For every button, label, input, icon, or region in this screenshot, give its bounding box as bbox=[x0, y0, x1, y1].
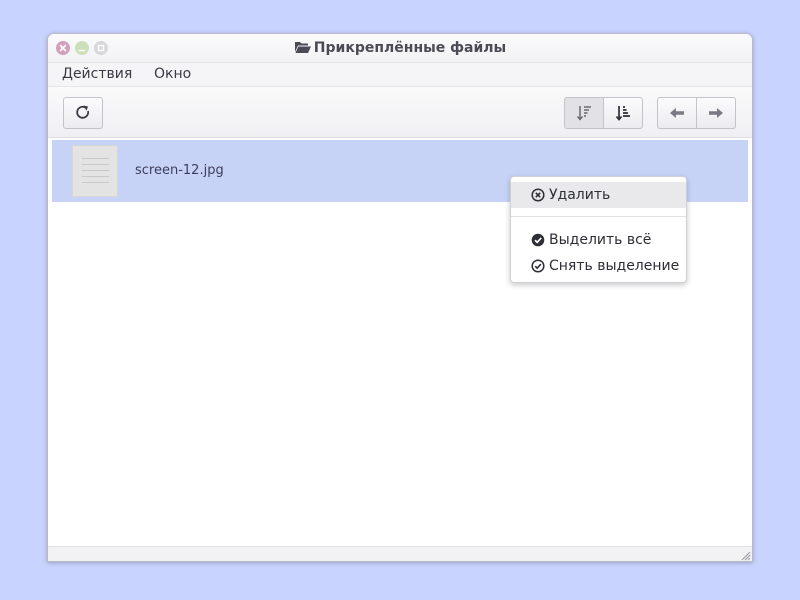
file-thumbnail-icon bbox=[72, 145, 118, 197]
context-select-all-label: Выделить всё bbox=[549, 232, 652, 248]
check-circle-filled-icon bbox=[531, 233, 545, 247]
context-delete[interactable]: Удалить bbox=[511, 182, 686, 208]
menu-window[interactable]: Окно bbox=[154, 63, 191, 86]
file-name: screen-12.jpg bbox=[135, 163, 224, 178]
arrow-right-icon bbox=[709, 108, 723, 118]
menu-actions[interactable]: Действия bbox=[62, 63, 132, 86]
context-separator bbox=[511, 216, 686, 217]
status-bar bbox=[48, 546, 752, 561]
forward-button[interactable] bbox=[696, 97, 736, 129]
context-deselect[interactable]: Снять выделение bbox=[511, 253, 686, 279]
window-title: Прикреплённые файлы bbox=[48, 34, 752, 62]
folder-open-icon bbox=[294, 42, 311, 53]
resize-grip-icon[interactable] bbox=[741, 551, 751, 561]
context-deselect-label: Снять выделение bbox=[549, 258, 680, 274]
refresh-button[interactable] bbox=[63, 97, 103, 129]
context-menu: Удалить Выделить всё Снять выделение bbox=[510, 176, 687, 283]
check-circle-outline-icon bbox=[531, 259, 545, 273]
arrow-left-icon bbox=[670, 108, 684, 118]
window-title-text: Прикреплённые файлы bbox=[313, 40, 507, 56]
sort-descending-button[interactable] bbox=[564, 97, 604, 129]
refresh-icon bbox=[76, 105, 90, 119]
sort-descending-icon bbox=[576, 106, 591, 121]
sort-ascending-button[interactable] bbox=[603, 97, 643, 129]
delete-circle-icon bbox=[531, 188, 545, 202]
title-bar[interactable]: Прикреплённые файлы bbox=[48, 34, 752, 63]
menu-bar: Действия Окно bbox=[48, 63, 752, 87]
context-delete-label: Удалить bbox=[549, 187, 611, 203]
context-select-all[interactable]: Выделить всё bbox=[511, 227, 686, 253]
sort-ascending-icon bbox=[615, 106, 630, 121]
back-button[interactable] bbox=[657, 97, 697, 129]
attached-files-window: Прикреплённые файлы Действия Окно screen… bbox=[47, 33, 753, 562]
toolbar bbox=[48, 87, 752, 138]
